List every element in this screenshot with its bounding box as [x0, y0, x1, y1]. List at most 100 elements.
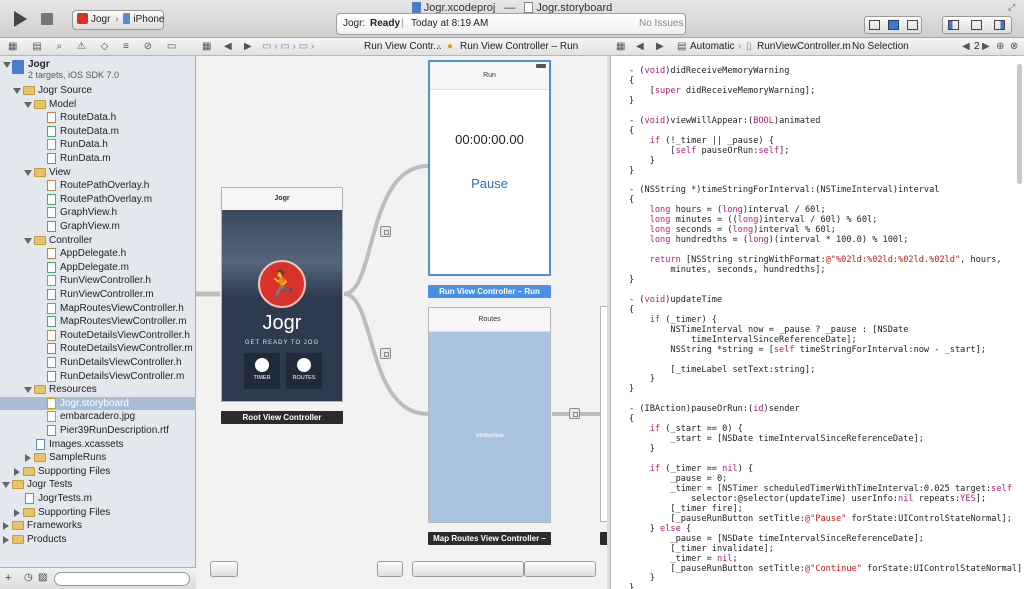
code-line[interactable]: - (void)updateTime	[611, 295, 1021, 305]
navigator-toggle-icon[interactable]	[948, 20, 959, 30]
navigator-project-row[interactable]: Jogr 2 targets, iOS SDK 7.0	[0, 58, 196, 82]
tree-file[interactable]: RouteDetailsViewController.h	[0, 329, 196, 343]
tree-file[interactable]: GraphView.m	[0, 220, 196, 234]
view-toggle-segment[interactable]	[942, 16, 1012, 34]
tree-file[interactable]: RunDetailsViewController.h	[0, 356, 196, 370]
form-factor-button[interactable]	[377, 561, 403, 577]
tree-file[interactable]: RoutePathOverlay.m	[0, 193, 196, 207]
tree-folder[interactable]: Model	[0, 98, 196, 112]
code-line[interactable]: [super didReceiveMemoryWarning];	[611, 86, 1021, 96]
tree-file[interactable]: GraphView.h	[0, 206, 196, 220]
pause-button[interactable]: Pause	[430, 176, 549, 191]
code-line[interactable]: _timer = nil;	[611, 554, 1021, 564]
tree-file[interactable]: embarcadero.jpg	[0, 410, 196, 424]
code-line[interactable]: }	[611, 166, 1021, 176]
tree-folder[interactable]: Supporting Files	[0, 506, 196, 520]
run-scene-label[interactable]: Run View Controller – Run	[428, 285, 551, 298]
run-button-icon[interactable]	[14, 11, 27, 27]
code-line[interactable]: {	[611, 76, 1021, 86]
tree-file[interactable]: Jogr.storyboard	[0, 396, 196, 411]
code-line[interactable]: if (!_timer || _pause) {	[611, 136, 1021, 146]
tree-folder[interactable]: Jogr Tests	[0, 478, 196, 492]
code-line[interactable]: } else {	[611, 524, 1021, 534]
disclosure-icon[interactable]	[3, 535, 9, 544]
back-icon[interactable]: ◀	[636, 38, 644, 55]
stop-button-icon[interactable]	[41, 13, 53, 25]
filter-field[interactable]	[54, 572, 190, 586]
code-line[interactable]: _timer = [NSTimer scheduledTimerWithTime…	[611, 484, 1021, 494]
tree-file[interactable]: RoutePathOverlay.h	[0, 179, 196, 193]
code-line[interactable]: - (NSString *)timeStringForInterval:(NST…	[611, 185, 1021, 195]
editor-scrollbar[interactable]	[1017, 64, 1022, 184]
counter-back-icon[interactable]: ◀	[962, 38, 970, 55]
utilities-toggle-icon[interactable]	[994, 20, 1005, 30]
code-line[interactable]: }	[611, 573, 1021, 583]
code-line[interactable]: [_timer invalidate];	[611, 544, 1021, 554]
disclosure-icon[interactable]	[24, 169, 32, 176]
routes-scene-label[interactable]: Map Routes View Controller –	[428, 532, 551, 545]
routes-button[interactable]: ROUTES	[286, 353, 322, 389]
code-line[interactable]: _start = [NSDate timeIntervalSinceRefere…	[611, 434, 1021, 444]
back-icon[interactable]: ◀	[224, 38, 232, 55]
layout-controls-button[interactable]	[412, 561, 524, 577]
segue-run-icon[interactable]	[380, 226, 391, 237]
code-line[interactable]: timeIntervalSinceReferenceDate];	[611, 335, 1021, 345]
code-line[interactable]: long minutes = ((long)interval / 60l) % …	[611, 215, 1021, 225]
code-line[interactable]: }	[611, 96, 1021, 106]
tree-file[interactable]: RunViewController.m	[0, 288, 196, 302]
disclosure-icon[interactable]	[24, 237, 32, 244]
tree-file[interactable]: RouteDetailsViewController.m	[0, 342, 196, 356]
tree-file[interactable]: Images.xcassets	[0, 438, 196, 452]
tree-file[interactable]: JogrTests.m	[0, 492, 196, 506]
code-line[interactable]: long hundredths = (long)(interval * 100.…	[611, 235, 1021, 245]
tree-file[interactable]: MapRoutesViewController.m	[0, 315, 196, 329]
related-items-icon[interactable]: ▦	[202, 38, 211, 55]
code-line[interactable]: _pause = [NSDate timeIntervalSinceRefere…	[611, 534, 1021, 544]
tree-folder[interactable]: Jogr Source	[0, 84, 196, 98]
path-icons[interactable]: ▭ › ▭ › ▭ ›	[262, 38, 314, 55]
segue-detail-icon[interactable]	[569, 408, 580, 419]
timer-button[interactable]: TIMER	[244, 353, 280, 389]
disclosure-icon[interactable]	[24, 387, 32, 394]
code-line[interactable]: - (IBAction)pauseOrRun:(id)sender	[611, 404, 1021, 414]
detail-scene-label-edge[interactable]	[600, 532, 607, 545]
tree-folder[interactable]: SampleRuns	[0, 451, 196, 465]
code-line[interactable]: [_timeLabel setText:string];	[611, 365, 1021, 375]
code-line[interactable]: }	[611, 384, 1021, 394]
code-line[interactable]: }	[611, 374, 1021, 384]
document-outline-button[interactable]	[210, 561, 238, 577]
code-line[interactable]: minutes, seconds, hundredths];	[611, 265, 1021, 275]
counter-forward-icon[interactable]: ▶	[982, 38, 990, 55]
storyboard-canvas[interactable]: Jogr 🏃 Jogr GET READY TO JOG TIMER ROUTE…	[196, 56, 607, 589]
code-line[interactable]: {	[611, 195, 1021, 205]
scm-icon[interactable]: ▨	[38, 572, 47, 583]
code-line[interactable]: [self pauseOrRun:self];	[611, 146, 1021, 156]
code-line[interactable]: - (void)viewWillAppear:(BOOL)animated	[611, 116, 1021, 126]
disclosure-icon[interactable]	[13, 88, 21, 94]
add-icon[interactable]: +	[5, 572, 11, 584]
disclosure-icon[interactable]	[24, 101, 32, 108]
code-line[interactable]: if (_timer == nil) {	[611, 464, 1021, 474]
tree-folder[interactable]: Products	[0, 533, 196, 547]
tree-folder[interactable]: Controller	[0, 234, 196, 248]
tree-file[interactable]: MapRoutesViewController.h	[0, 302, 196, 316]
standard-editor-icon[interactable]	[869, 20, 880, 30]
disclosure-icon[interactable]	[3, 522, 9, 531]
code-line[interactable]: }	[611, 444, 1021, 454]
code-line[interactable]: {	[611, 126, 1021, 136]
add-editor-icon[interactable]: ⊕	[996, 38, 1004, 55]
assistant-mode[interactable]: Automatic	[690, 38, 734, 55]
scheme-selector[interactable]: Jogr › iPhone	[72, 10, 165, 30]
code-line[interactable]: if (_start == 0) {	[611, 424, 1021, 434]
run-scene[interactable]: Run 00:00:00.00 Pause	[428, 60, 551, 276]
code-line[interactable]: return [NSString stringWithFormat:@"%02l…	[611, 255, 1021, 265]
close-editor-icon[interactable]: ⊗	[1010, 38, 1018, 55]
root-scene[interactable]: Jogr 🏃 Jogr GET READY TO JOG TIMER ROUTE…	[221, 187, 343, 402]
tree-file[interactable]: Pier39RunDescription.rtf	[0, 424, 196, 438]
code-line[interactable]: }	[611, 583, 1021, 589]
code-line[interactable]: selector:@selector(updateTime) userInfo:…	[611, 494, 1021, 504]
disclosure-icon[interactable]	[14, 467, 20, 476]
related-items-icon[interactable]: ▦	[616, 38, 625, 55]
code-line[interactable]: [_pauseRunButton setTitle:@"Pause" forSt…	[611, 514, 1021, 524]
code-line[interactable]: {	[611, 305, 1021, 315]
